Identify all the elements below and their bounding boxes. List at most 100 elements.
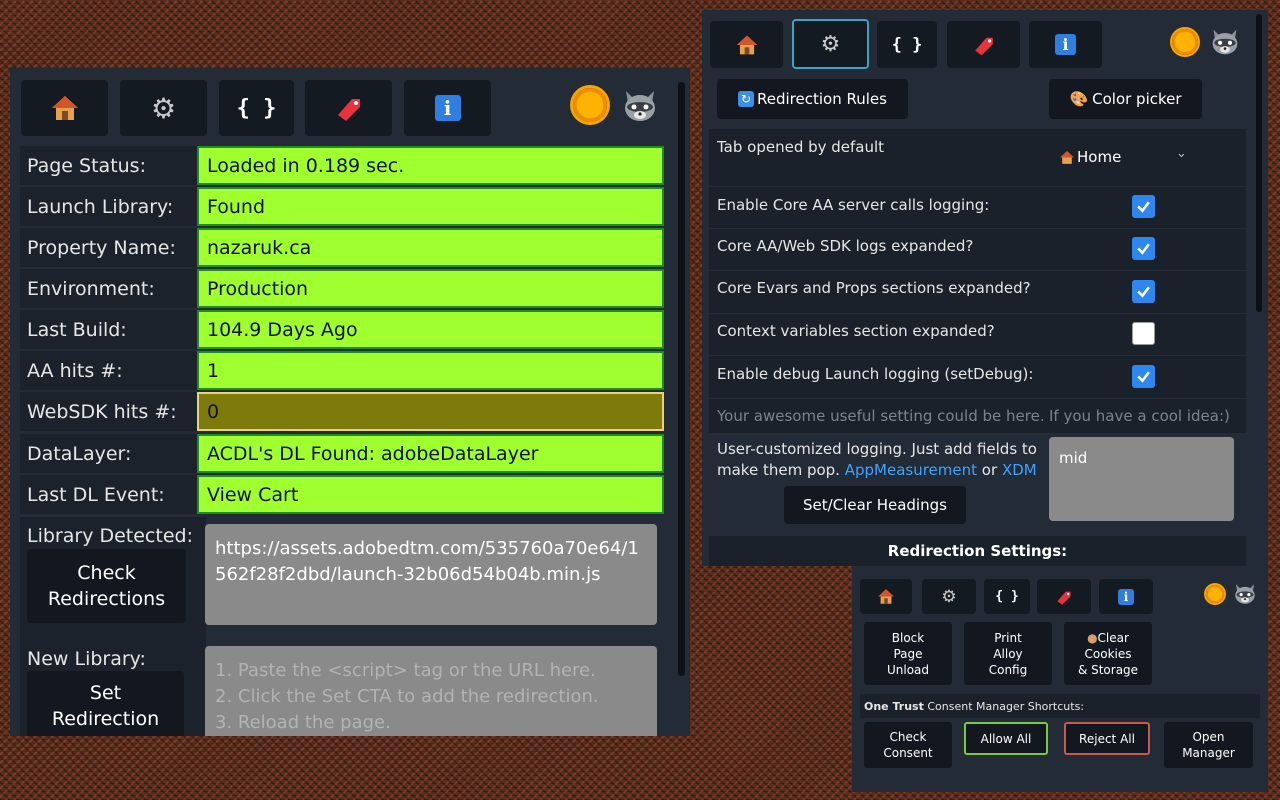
tab-tags[interactable] xyxy=(305,80,392,136)
print-line1: Print xyxy=(994,630,1022,645)
tab-info[interactable]: i xyxy=(1099,579,1153,614)
raccoon-icon xyxy=(1210,28,1240,56)
tab-json[interactable]: { } xyxy=(877,21,937,68)
library-url-field[interactable]: https://assets.adobedtm.com/535760a70e64… xyxy=(205,524,657,625)
xdm-link[interactable]: XDM xyxy=(1002,461,1037,479)
setting-checkbox[interactable] xyxy=(1132,237,1155,260)
color-picker-button[interactable]: 🎨 Color picker xyxy=(1049,79,1202,119)
settings-panel: ⚙ { } i ↻ Redirection Rules 🎨 Color pick… xyxy=(702,10,1268,566)
redirect-icon: ↻ xyxy=(738,91,755,107)
tab-json[interactable]: { } xyxy=(219,80,294,136)
home-icon xyxy=(1060,150,1074,164)
setting-checkbox[interactable] xyxy=(1132,365,1155,388)
clear-cookies-button[interactable]: ●Clear Cookies & Storage xyxy=(1064,622,1152,685)
check-consent-button[interactable]: Check Consent xyxy=(864,722,952,768)
setting-label: Context variables section expanded? xyxy=(717,322,995,340)
tab-default-row: Tab opened by default Home ⌄ xyxy=(709,129,1246,186)
set-redirection-line2: Redirection xyxy=(51,708,160,730)
tab-settings[interactable]: ⚙ xyxy=(792,19,869,69)
reject-all-button[interactable]: Reject All xyxy=(1064,722,1150,755)
consent-brand: One Trust xyxy=(864,699,924,713)
tab-home[interactable] xyxy=(860,579,912,614)
tab-home[interactable] xyxy=(21,80,108,136)
tab-tags[interactable] xyxy=(1037,579,1091,614)
setting-label: Enable Core AA server calls logging: xyxy=(717,196,990,214)
main-scrollbar[interactable] xyxy=(678,82,685,676)
property-name-value: nazaruk.ca xyxy=(197,228,664,267)
info-icon: i xyxy=(1118,588,1134,605)
print-line3: Config xyxy=(988,662,1028,677)
tab-tags[interactable] xyxy=(947,21,1020,68)
braces-icon: { } xyxy=(995,589,1019,604)
raccoon-icon xyxy=(622,89,658,123)
check-redirections-line1: Check xyxy=(77,562,136,584)
braces-icon: { } xyxy=(891,34,923,55)
set-redirection-button[interactable]: Set Redirection xyxy=(27,671,184,736)
tab-json[interactable]: { } xyxy=(984,579,1030,614)
braces-icon: { } xyxy=(236,95,277,121)
setting-checkbox[interactable] xyxy=(1132,322,1155,345)
cool-idea-text: If you have a cool idea:) xyxy=(1049,407,1230,425)
last-dl-event-value: View Cart xyxy=(197,475,664,514)
setting-checkbox[interactable] xyxy=(1132,195,1155,218)
tab-default-select[interactable]: Home ⌄ xyxy=(1059,146,1199,168)
clear-line1: ●Clear xyxy=(1078,630,1138,646)
awesome-text: Your awesome useful setting could be her… xyxy=(717,407,1045,425)
gear-icon: ⚙ xyxy=(150,91,177,125)
info-icon: i xyxy=(434,95,461,121)
setting-checkbox[interactable] xyxy=(1132,280,1155,303)
tab-info[interactable]: i xyxy=(404,80,491,136)
cookie-icon: ● xyxy=(1087,630,1098,645)
tab-info[interactable]: i xyxy=(1029,21,1102,68)
set-clear-headings-button[interactable]: Set/Clear Headings xyxy=(784,486,966,524)
tab-settings[interactable]: ⚙ xyxy=(120,80,207,136)
placeholder-line-3: 3. Reload the page. xyxy=(215,712,391,733)
allow-all-button[interactable]: Allow All xyxy=(964,722,1048,755)
setting-row: Core AA/Web SDK logs expanded? xyxy=(709,229,1246,270)
property-name-label: Property Name: xyxy=(20,228,206,267)
library-detected-label: Library Detected: xyxy=(27,525,193,547)
clear-label: Clear xyxy=(1097,630,1129,645)
new-library-input[interactable]: 1. Paste the <script> tag or the URL her… xyxy=(205,646,657,736)
setting-row: Context variables section expanded? xyxy=(709,314,1246,355)
home-icon xyxy=(878,589,894,604)
tab-default-value: Home xyxy=(1077,148,1122,166)
check-consent-line1: Check xyxy=(889,730,927,744)
color-picker-label: Color picker xyxy=(1092,90,1182,108)
page-status-value: Loaded in 0.189 sec. xyxy=(197,146,664,185)
block-line2: Page xyxy=(893,646,923,661)
settings-scrollbar[interactable] xyxy=(1256,14,1262,312)
redirection-rules-button[interactable]: ↻ Redirection Rules xyxy=(717,79,908,119)
setting-label: Enable debug Launch logging (setDebug): xyxy=(717,365,1034,383)
open-manager-line2: Manager xyxy=(1182,746,1235,760)
new-library-label: New Library: xyxy=(27,648,146,670)
print-line2: Alloy xyxy=(993,646,1023,661)
block-line3: Unload xyxy=(886,662,930,677)
tab-settings[interactable]: ⚙ xyxy=(922,579,976,614)
aa-hits-label: AA hits #: xyxy=(20,351,206,390)
awesome-row: Your awesome useful setting could be her… xyxy=(709,399,1246,433)
appmeasurement-link[interactable]: AppMeasurement xyxy=(845,461,977,479)
sun-icon[interactable] xyxy=(1172,29,1198,55)
page-status-label: Page Status: xyxy=(20,146,206,185)
last-build-label: Last Build: xyxy=(20,310,206,349)
clear-line3: & Storage xyxy=(1077,662,1139,677)
sun-icon[interactable] xyxy=(573,88,607,122)
setting-label: Core AA/Web SDK logs expanded? xyxy=(717,237,974,255)
set-redirection-line1: Set xyxy=(89,682,122,704)
setting-row: Enable debug Launch logging (setDebug): xyxy=(709,356,1246,398)
block-line1: Block xyxy=(891,630,925,645)
tag-icon xyxy=(974,37,993,55)
check-redirections-button[interactable]: Check Redirections xyxy=(27,549,186,623)
home-icon xyxy=(736,35,757,54)
info-icon: i xyxy=(1055,34,1076,55)
custom-logging-text: User-customized logging. Just add fields… xyxy=(717,439,1047,481)
environment-label: Environment: xyxy=(20,269,206,308)
sun-icon[interactable] xyxy=(1206,585,1224,603)
print-alloy-config-button[interactable]: Print Alloy Config xyxy=(964,622,1052,685)
tab-home[interactable] xyxy=(710,21,783,68)
custom-logging-input[interactable]: mid xyxy=(1049,437,1234,521)
block-page-unload-button[interactable]: Block Page Unload xyxy=(864,622,952,685)
open-manager-button[interactable]: Open Manager xyxy=(1164,722,1253,768)
aa-hits-value: 1 xyxy=(197,351,664,390)
